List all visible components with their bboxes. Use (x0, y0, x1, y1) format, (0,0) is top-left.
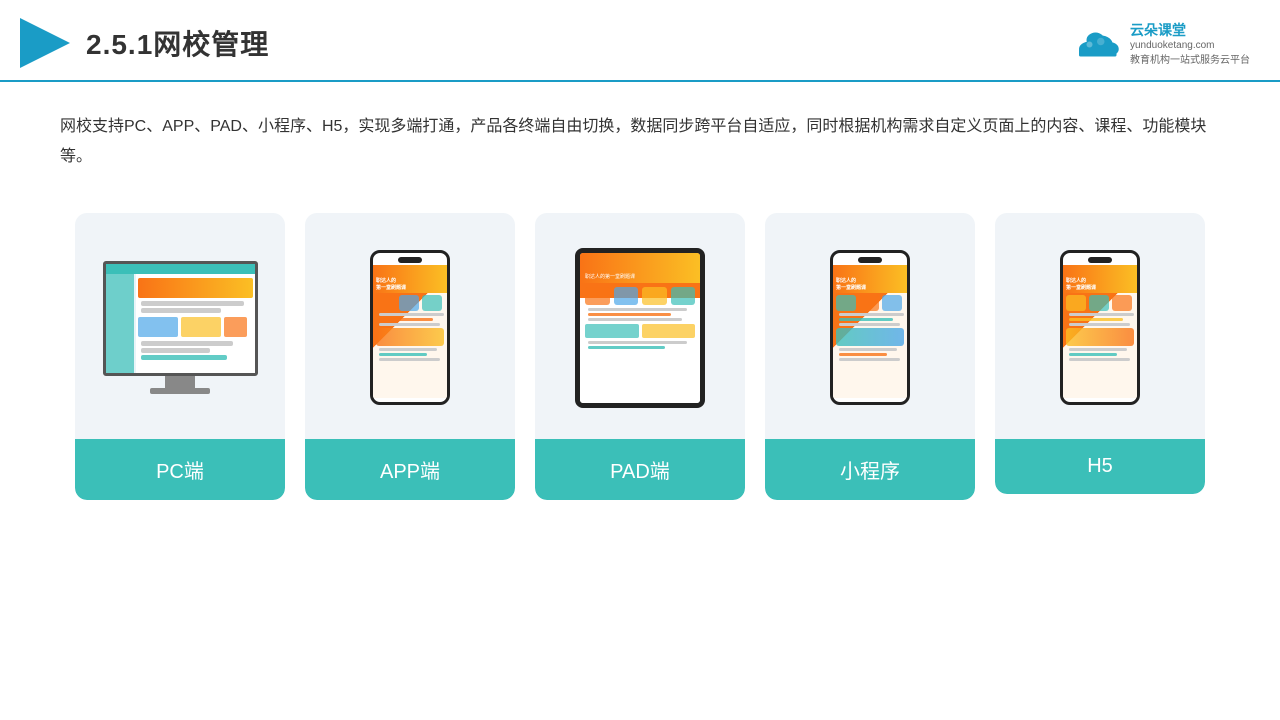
description-text: 网校支持PC、APP、PAD、小程序、H5，实现多端打通，产品各终端自由切换，数… (60, 112, 1220, 173)
card-miniprogram-label: 小程序 (765, 439, 975, 500)
page-title: 2.5.1网校管理 (86, 23, 269, 63)
card-pc: PC端 (75, 213, 285, 500)
miniprogram-phone-mock: 职达人的第一堂刷题课 (830, 250, 910, 405)
h5-phone-mock: 职达人的第一堂刷题课 (1060, 250, 1140, 405)
pc-image-area (91, 233, 269, 423)
cards-container: PC端 职达人的第一堂刷题课 (60, 213, 1220, 500)
card-pad: 职达人的第一堂刷题课 (535, 213, 745, 500)
app-image-area: 职达人的第一堂刷题课 (321, 233, 499, 423)
card-pad-label: PAD端 (535, 439, 745, 500)
cloud-logo-icon (1072, 28, 1122, 58)
card-pc-label: PC端 (75, 439, 285, 500)
card-app: 职达人的第一堂刷题课 (305, 213, 515, 500)
pad-tablet-mock: 职达人的第一堂刷题课 (575, 248, 705, 408)
app-phone-mock: 职达人的第一堂刷题课 (370, 250, 450, 405)
card-app-label: APP端 (305, 439, 515, 500)
h5-image-area: 职达人的第一堂刷题课 (1011, 233, 1189, 423)
card-h5-label: H5 (995, 439, 1205, 494)
pc-screen (103, 261, 258, 376)
main-content: 网校支持PC、APP、PAD、小程序、H5，实现多端打通，产品各终端自由切换，数… (0, 82, 1280, 520)
pad-image-area: 职达人的第一堂刷题课 (551, 233, 729, 423)
header: 2.5.1网校管理 云朵课堂 yunduoketang.com 教育机构一站式服… (0, 0, 1280, 82)
card-miniprogram: 职达人的第一堂刷题课 (765, 213, 975, 500)
card-h5: 职达人的第一堂刷题课 (995, 213, 1205, 494)
play-icon (20, 18, 70, 68)
header-left: 2.5.1网校管理 (20, 18, 269, 68)
miniprogram-image-area: 职达人的第一堂刷题课 (781, 233, 959, 423)
logo-text: 云朵课堂 yunduoketang.com 教育机构一站式服务云平台 (1130, 20, 1250, 66)
logo-area: 云朵课堂 yunduoketang.com 教育机构一站式服务云平台 (1072, 20, 1250, 66)
